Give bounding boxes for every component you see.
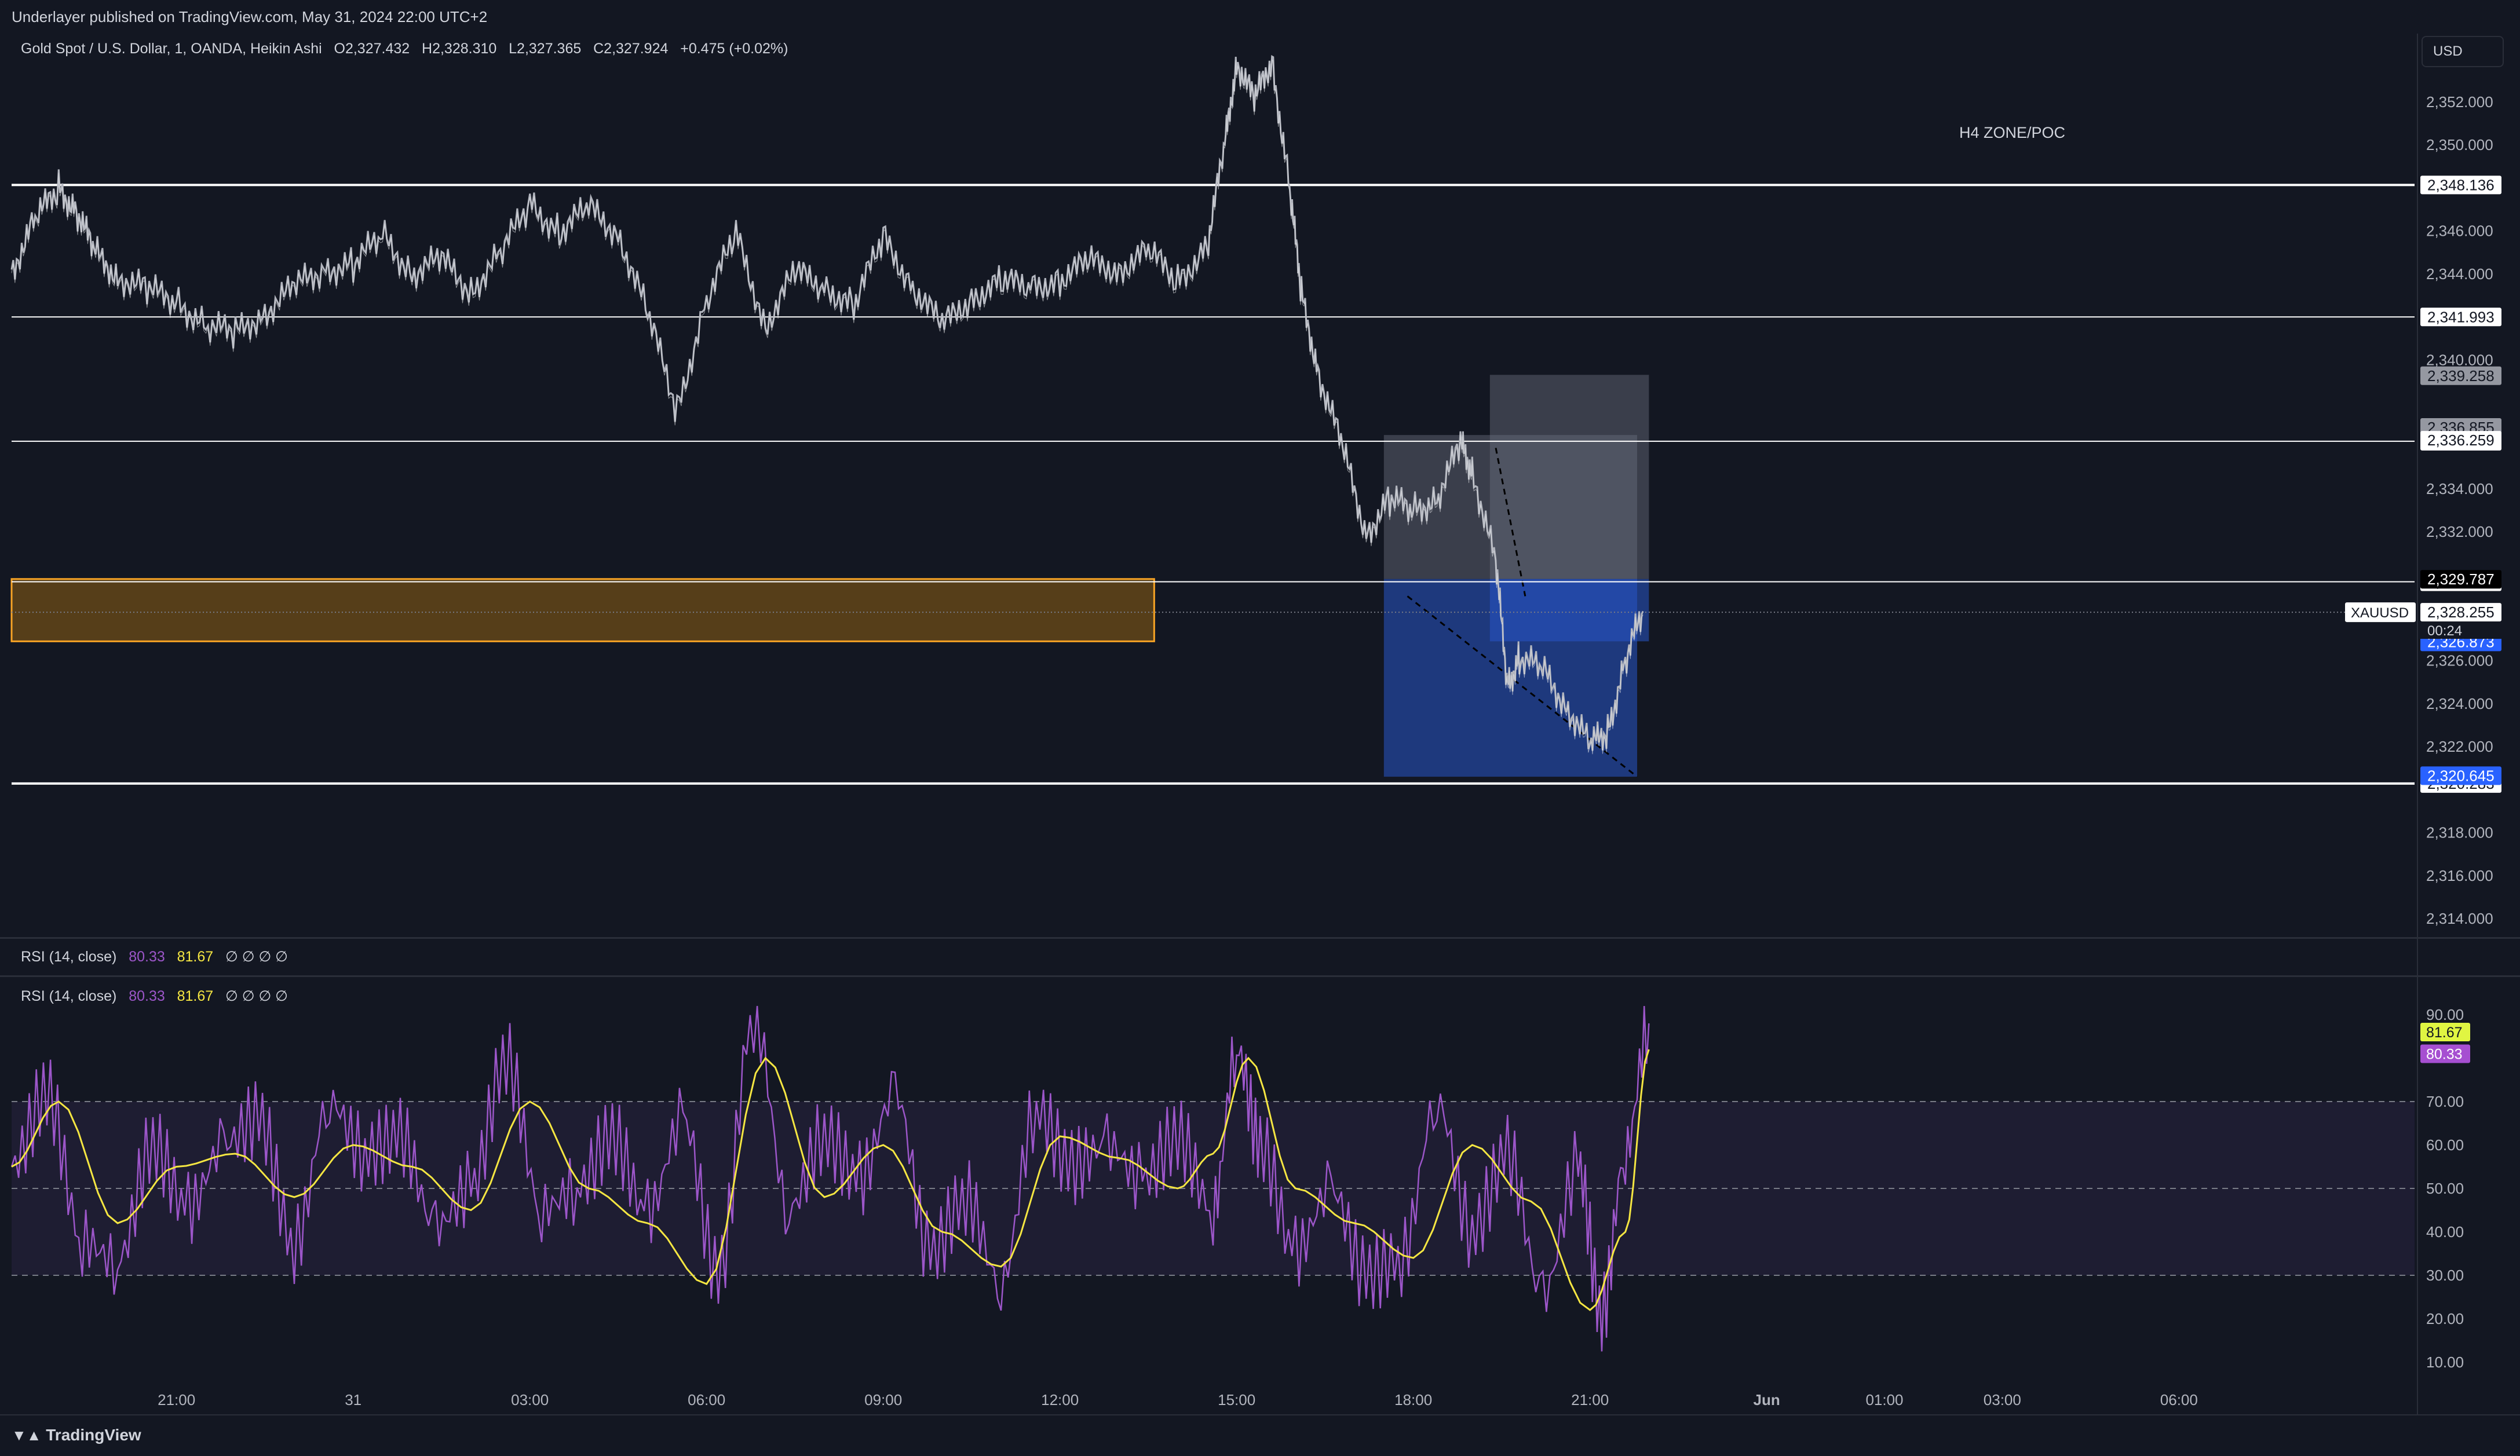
y-tick-label: 2,332.000 [2426,523,2493,540]
price-label-text: 2,339.258 [2427,367,2495,385]
y-tick-label: 2,314.000 [2426,910,2493,927]
x-tick-label: 03:00 [1984,1391,2021,1409]
currency-button[interactable]: USD [2422,36,2504,67]
price-label-text: 2,329.787 [2427,570,2495,588]
x-tick-label: 15:00 [1218,1391,1255,1409]
rsi-legend-extras: ∅ ∅ ∅ ∅ [225,949,288,965]
symbol-tag-text: XAUUSD [2351,605,2409,621]
rsi-y-tick-label: 40.00 [2426,1223,2464,1241]
rsi-legend-ma: 81.67 [177,988,214,1004]
rsi-legend-name: RSI (14, close) [21,988,117,1004]
countdown-text: 00:24 [2427,623,2462,639]
x-tick-label: 31 [345,1391,361,1409]
legend-open: O2,327.432 [334,41,410,57]
tv-logo-icon: ▼▲ [12,1426,42,1444]
x-tick-label: 21:00 [158,1391,195,1409]
y-tick-label: 2,340.000 [2426,351,2493,368]
price-label-text: 2,348.136 [2427,176,2495,193]
x-tick-label: 06:00 [2160,1391,2198,1409]
y-tick-label: 2,350.000 [2426,136,2493,153]
rsi-legend-extras: ∅ ∅ ∅ ∅ [225,988,288,1004]
h4-zone-box [10,578,1155,642]
pane-separator [0,1414,2520,1415]
legend-high: H2,328.310 [422,41,497,57]
position-stop-zone [1489,375,1649,579]
x-tick-label: 03:00 [511,1391,549,1409]
x-tick-label: 06:00 [688,1391,725,1409]
y-tick-label: 2,352.000 [2426,93,2493,111]
price-label-text: 2,320.645 [2427,767,2495,784]
y-tick-label: 2,324.000 [2426,695,2493,712]
y-tick-label: 2,318.000 [2426,824,2493,842]
rsi-legend-1[interactable]: RSI (14, close) 80.33 81.67 ∅ ∅ ∅ ∅ [21,948,288,965]
y-tick-label: 2,344.000 [2426,265,2493,283]
y-tick-label: 2,346.000 [2426,222,2493,240]
rsi-legend-2[interactable]: RSI (14, close) 80.33 81.67 ∅ ∅ ∅ ∅ [21,987,288,1005]
rsi-y-tick-label: 30.00 [2426,1267,2464,1284]
axis-separator [2417,34,2418,1414]
price-label-text: 2,328.255 [2427,603,2495,621]
x-tick-label: 18:00 [1394,1391,1432,1409]
rsi-legend-ma: 81.67 [177,949,214,965]
rsi-y-tick-label: 60.00 [2426,1136,2464,1154]
chart-canvas[interactable]: 2,352.000 2,350.000 2,346.000 2,344.000 2,34… [0,0,2520,1456]
x-tick-label: 09:00 [864,1391,902,1409]
legend-symbol: Gold Spot / U.S. Dollar, 1, OANDA, Heiki… [21,41,322,57]
rsi-y-tick-label: 50.00 [2426,1180,2464,1197]
rsi-y-tick-label: 90.00 [2426,1006,2464,1023]
rsi-legend-name: RSI (14, close) [21,949,117,965]
price-label-text: 2,336.259 [2427,431,2495,449]
rsi-y-tick-label: 70.00 [2426,1093,2464,1110]
rsi-legend-value: 80.33 [129,949,165,965]
rsi-y-tick-label: 20.00 [2426,1310,2464,1327]
y-tick-label: 2,322.000 [2426,738,2493,755]
x-tick-label: 12:00 [1041,1391,1079,1409]
legend-close: C2,327.924 [593,41,669,57]
position-target-zone [1489,579,1649,642]
tradingview-logo[interactable]: ▼▲ TradingView [12,1426,141,1444]
legend-low: L2,327.365 [509,41,582,57]
pane-separator [0,937,2520,939]
y-tick-label: 2,334.000 [2426,480,2493,497]
x-tick-label: 01:00 [1865,1391,1903,1409]
y-tick-label: 2,326.000 [2426,652,2493,670]
x-tick-label: 21:00 [1571,1391,1609,1409]
rsi-y-tick-label: 10.00 [2426,1353,2464,1371]
rsi-value-badge-text: 80.33 [2426,1047,2463,1063]
rsi-ma-badge-text: 81.67 [2426,1025,2463,1041]
y-tick-label: 2,316.000 [2426,867,2493,884]
zone-label: H4 ZONE/POC [1959,124,2066,141]
price-legend[interactable]: Gold Spot / U.S. Dollar, 1, OANDA, Heiki… [21,41,788,57]
pane-separator [0,975,2520,977]
tv-brand-label: TradingView [46,1426,141,1444]
price-label-text: 2,341.993 [2427,308,2495,325]
footer [0,1418,2520,1456]
x-tick-label: Jun [1754,1391,1780,1409]
rsi-legend-value: 80.33 [129,988,165,1004]
legend-change: +0.475 (+0.02%) [680,41,788,57]
